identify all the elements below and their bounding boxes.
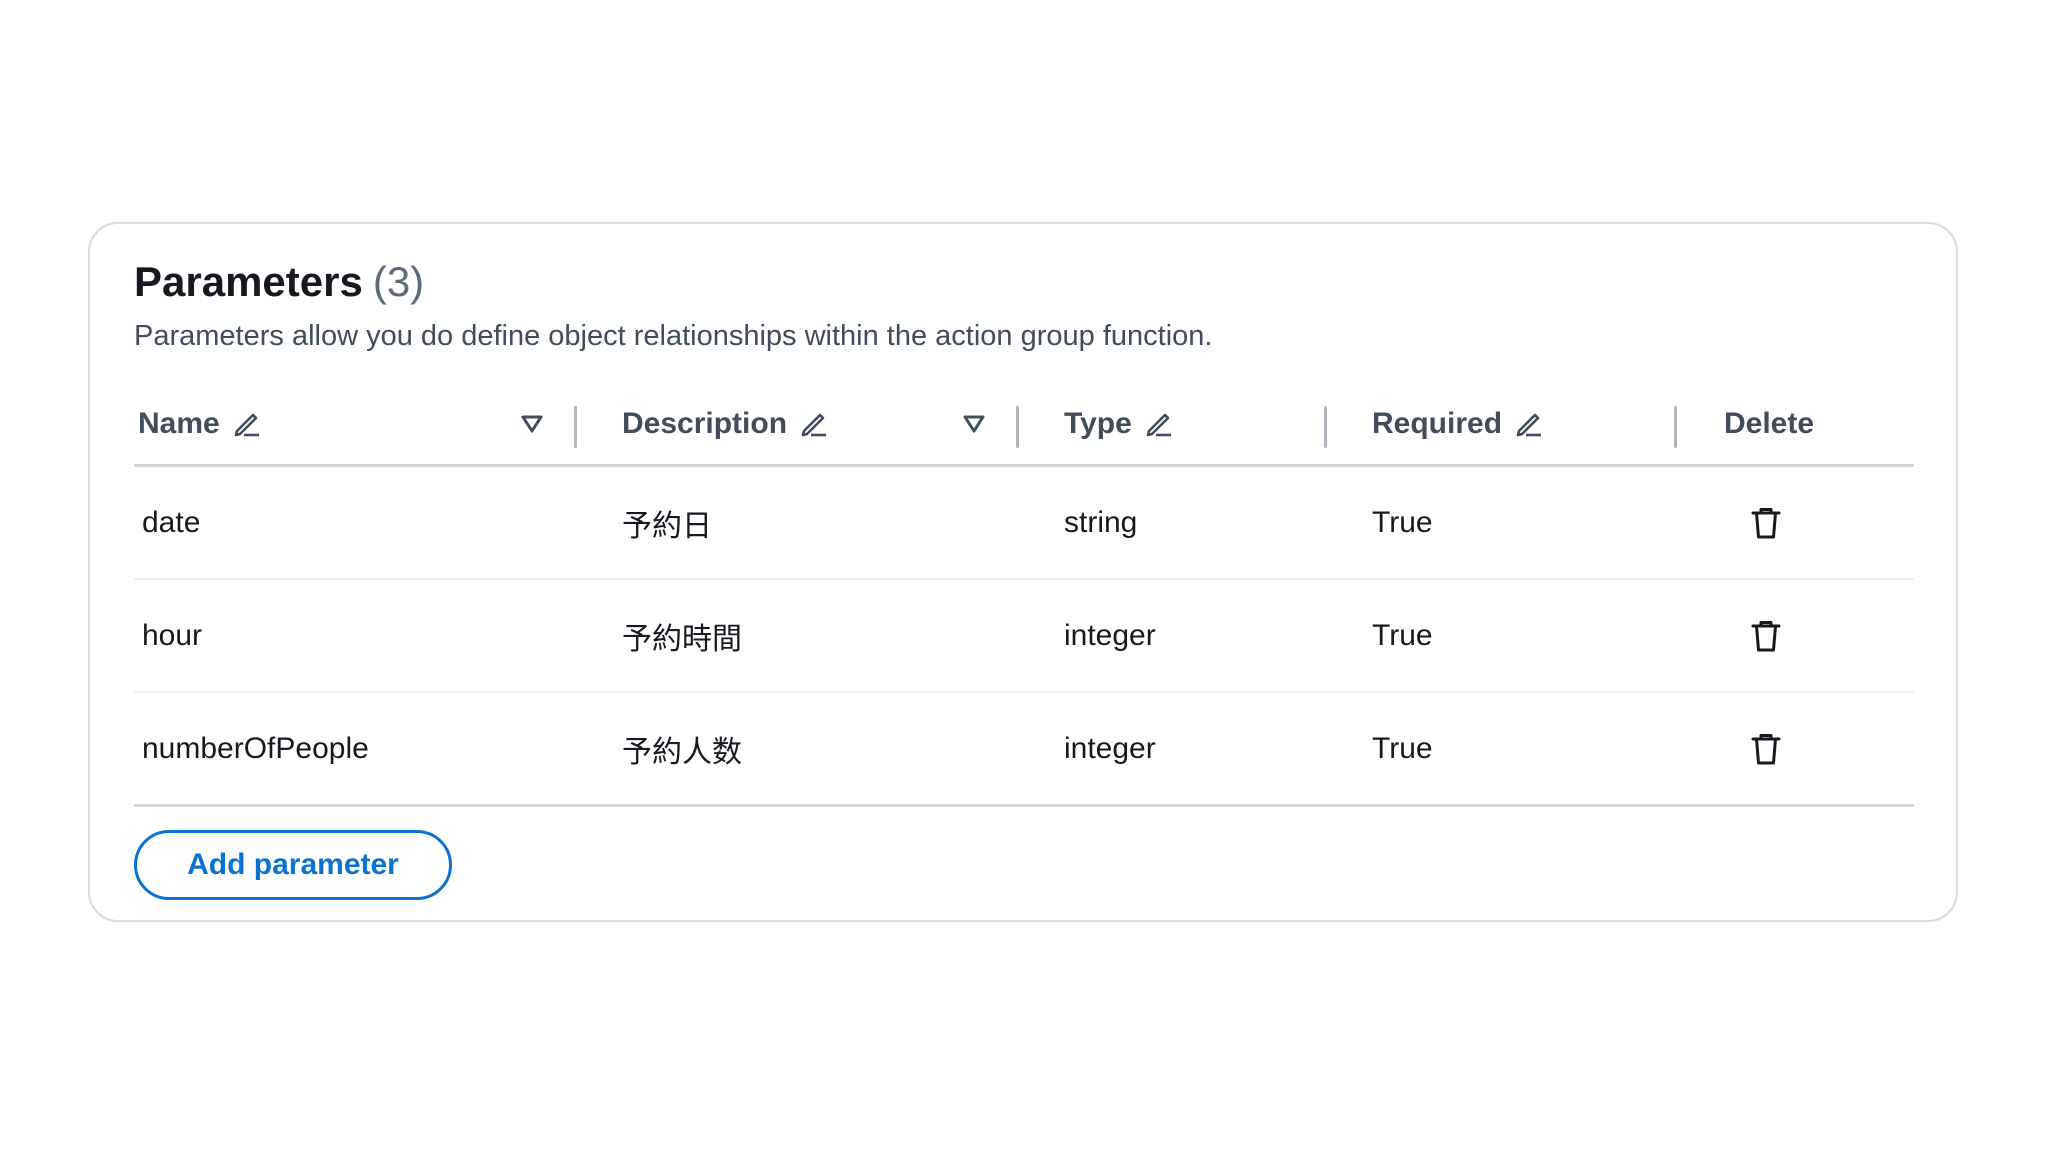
cell-name[interactable]: numberOfPeople bbox=[142, 693, 369, 804]
panel-title: Parameters bbox=[134, 258, 363, 305]
parameters-panel: Parameters (3) Parameters allow you do d… bbox=[88, 222, 1958, 922]
cell-type[interactable]: integer bbox=[1064, 693, 1156, 804]
column-header-type[interactable]: Type bbox=[1064, 384, 1174, 464]
cell-type[interactable]: integer bbox=[1064, 580, 1156, 691]
column-header-description[interactable]: Description bbox=[622, 384, 829, 464]
cell-name[interactable]: hour bbox=[142, 580, 202, 691]
table-row: date 予約日 string True bbox=[134, 467, 1914, 580]
cell-name[interactable]: date bbox=[142, 467, 200, 578]
column-header-name[interactable]: Name bbox=[138, 384, 262, 464]
cell-required[interactable]: True bbox=[1372, 580, 1433, 691]
column-header-label: Name bbox=[138, 407, 220, 440]
column-resizer[interactable] bbox=[574, 406, 577, 448]
pencil-icon bbox=[799, 409, 829, 439]
sort-down-triangle-icon[interactable] bbox=[958, 408, 990, 440]
column-header-required[interactable]: Required bbox=[1372, 384, 1544, 464]
pencil-icon bbox=[1144, 409, 1174, 439]
column-header-label: Description bbox=[622, 407, 788, 440]
column-resizer[interactable] bbox=[1324, 406, 1327, 448]
cell-type[interactable]: string bbox=[1064, 467, 1137, 578]
column-header-label: Delete bbox=[1724, 407, 1815, 440]
column-header-label: Required bbox=[1372, 407, 1503, 440]
trash-icon[interactable] bbox=[1748, 505, 1784, 541]
trash-icon[interactable] bbox=[1748, 618, 1784, 654]
cell-required[interactable]: True bbox=[1372, 693, 1433, 804]
cell-description[interactable]: 予約時間 bbox=[622, 580, 742, 691]
cell-description[interactable]: 予約人数 bbox=[622, 693, 742, 804]
column-resizer[interactable] bbox=[1674, 406, 1677, 448]
parameter-count: (3) bbox=[372, 258, 425, 305]
table-row: numberOfPeople 予約人数 integer True bbox=[134, 693, 1914, 807]
parameters-table: Name Description Type Required Delete da… bbox=[134, 384, 1914, 807]
add-parameter-button[interactable]: Add parameter bbox=[134, 830, 452, 900]
panel-header: Parameters (3) bbox=[134, 258, 424, 314]
sort-down-triangle-icon[interactable] bbox=[516, 408, 548, 440]
column-header-label: Type bbox=[1064, 407, 1132, 440]
column-header-delete: Delete bbox=[1724, 384, 1826, 464]
trash-icon[interactable] bbox=[1748, 731, 1784, 767]
cell-description[interactable]: 予約日 bbox=[622, 467, 712, 578]
cell-required[interactable]: True bbox=[1372, 467, 1433, 578]
panel-description: Parameters allow you do define object re… bbox=[134, 320, 1213, 352]
table-header: Name Description Type Required Delete bbox=[134, 384, 1914, 467]
column-resizer[interactable] bbox=[1016, 406, 1019, 448]
table-row: hour 予約時間 integer True bbox=[134, 580, 1914, 693]
pencil-icon bbox=[1514, 409, 1544, 439]
pencil-icon bbox=[232, 409, 262, 439]
